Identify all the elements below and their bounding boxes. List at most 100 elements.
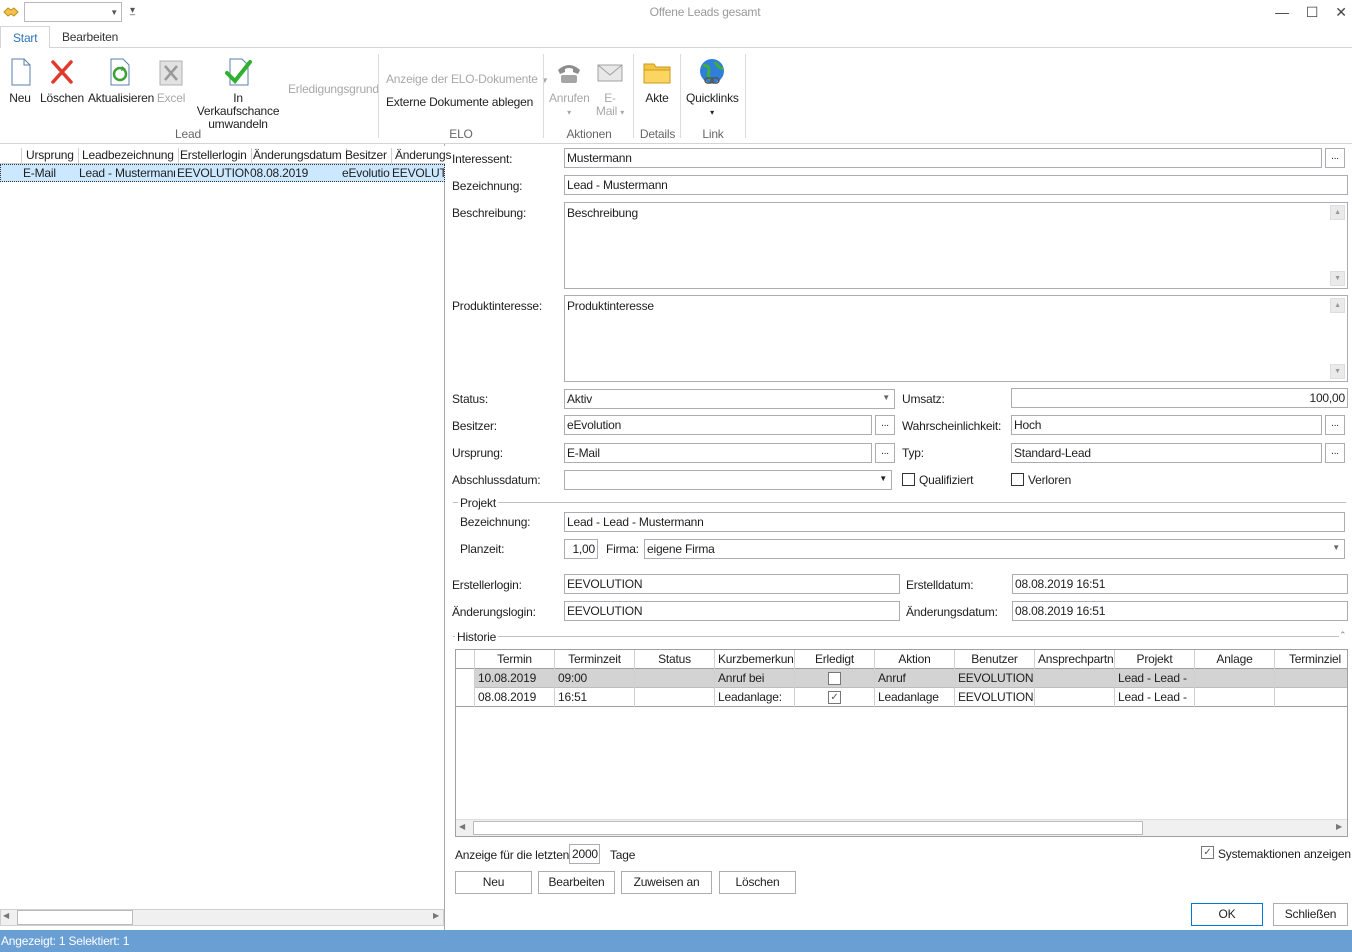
historie-row[interactable]: 08.08.2019 16:51 Leadanlage: ✓ Leadanlag…: [456, 688, 1347, 707]
wahrscheinlichkeit-field[interactable]: Hoch: [1011, 415, 1322, 435]
erledigt-checkbox-checked[interactable]: ✓: [828, 691, 841, 704]
status-select[interactable]: Aktiv ▼: [564, 389, 895, 409]
column-header-projekt[interactable]: Projekt: [1115, 650, 1195, 669]
beschreibung-textarea[interactable]: Beschreibung ▲ ▼: [564, 202, 1348, 289]
column-header-status[interactable]: Status: [635, 650, 715, 669]
column-header-terminzeit[interactable]: Terminzeit: [555, 650, 635, 669]
besitzer-field[interactable]: eEvolution: [564, 415, 872, 435]
scroll-up-icon[interactable]: ▲: [1330, 205, 1345, 220]
column-header-erstellerlogin[interactable]: Erstellerlogin: [180, 148, 252, 163]
label-typ: Typ:: [902, 446, 924, 460]
quicklinks-button[interactable]: Quicklinks ▾: [686, 56, 739, 119]
scroll-right-icon[interactable]: ▶: [433, 911, 439, 920]
umsatz-field[interactable]: 100,00: [1011, 388, 1348, 408]
column-header-kurzbemerkung[interactable]: Kurzbemerkung: [715, 650, 795, 669]
interessent-field[interactable]: Mustermann: [564, 148, 1322, 168]
label-status: Status:: [452, 392, 488, 406]
scroll-down-icon[interactable]: ▼: [1330, 364, 1345, 379]
typ-browse-button[interactable]: ...: [1325, 443, 1345, 463]
column-header-erledigt[interactable]: Erledigt: [795, 650, 875, 669]
scrollbar-thumb[interactable]: [17, 910, 133, 925]
scroll-down-icon[interactable]: ▼: [1330, 271, 1345, 286]
column-header-aktion[interactable]: Aktion: [875, 650, 955, 669]
column-header-termin[interactable]: Termin: [475, 650, 555, 669]
column-header-ansprechpartner[interactable]: Ansprechpartner: [1035, 650, 1115, 669]
interessent-browse-button[interactable]: ...: [1325, 148, 1345, 168]
erledigt-checkbox[interactable]: [828, 672, 841, 685]
tab-bearbeiten[interactable]: Bearbeiten: [50, 26, 130, 49]
ursprung-browse-button[interactable]: ...: [875, 443, 895, 463]
schliessen-button[interactable]: Schließen: [1273, 903, 1348, 926]
scroll-left-icon[interactable]: ◀: [3, 911, 9, 920]
column-header-besitzer[interactable]: Besitzer: [345, 148, 392, 163]
cell-ursprung: E-Mail: [23, 166, 56, 180]
column-header-anlage[interactable]: Anlage: [1195, 650, 1275, 669]
cell-aenderungsdatum: 08.08.2019: [250, 166, 309, 180]
typ-field[interactable]: Standard-Lead: [1011, 443, 1322, 463]
loeschen-button[interactable]: Löschen: [40, 56, 84, 105]
scroll-up-icon[interactable]: ▲: [1330, 298, 1345, 313]
historie-loeschen-button[interactable]: Löschen: [719, 871, 796, 894]
row-selector[interactable]: [456, 688, 475, 707]
aktualisieren-button[interactable]: Aktualisieren: [88, 56, 154, 105]
projekt-bezeichnung-field[interactable]: Lead - Lead - Mustermann: [564, 512, 1345, 532]
anrufen-button[interactable]: Anrufen ▾: [549, 56, 590, 119]
lead-list-row[interactable]: E-Mail Lead - Mustermann EEVOLUTION 08.0…: [0, 164, 445, 182]
produktinteresse-textarea[interactable]: Produktinteresse ▲ ▼: [564, 295, 1348, 382]
historie-zuweisen-button[interactable]: Zuweisen an: [621, 871, 712, 894]
email-button[interactable]: E- Mail ▾: [594, 56, 626, 119]
tab-start[interactable]: Start: [0, 26, 51, 49]
column-header-terminziel[interactable]: Terminziel: [1275, 650, 1352, 669]
lead-list-header: Ursprung Leadbezeichnung Erstellerlogin …: [0, 146, 451, 164]
elo-anzeige-dropdown[interactable]: Anzeige der ELO-Dokumente ▼: [386, 72, 549, 86]
status-value: Aktiv: [567, 392, 593, 406]
neu-button[interactable]: Neu: [4, 56, 36, 105]
scroll-left-icon[interactable]: ◀: [459, 822, 465, 831]
elo-ablegen-button[interactable]: Externe Dokumente ablegen: [386, 95, 533, 109]
minimize-icon[interactable]: —: [1272, 4, 1292, 22]
wahrscheinlichkeit-browse-button[interactable]: ...: [1325, 415, 1345, 435]
besitzer-browse-button[interactable]: ...: [875, 415, 895, 435]
erledigungsgrund-button[interactable]: Erledigungsgrund: [288, 83, 379, 96]
aenderungslogin-field[interactable]: EEVOLUTION: [564, 601, 900, 621]
historie-row[interactable]: 10.08.2019 09:00 Anruf bei Anruf EEVOLUT…: [456, 669, 1347, 688]
erstellerlogin-field[interactable]: EEVOLUTION: [564, 574, 900, 594]
aenderungsdatum-field[interactable]: 08.08.2019 16:51: [1012, 601, 1348, 621]
label-firma: Firma:: [606, 542, 639, 556]
row-selector[interactable]: [456, 669, 475, 688]
group-label-elo: ELO: [449, 127, 473, 141]
cell-termin: 10.08.2019: [475, 669, 555, 688]
column-header-aenderungslogin[interactable]: Änderungs: [395, 148, 455, 163]
systemaktionen-checkbox[interactable]: ✓: [1201, 846, 1214, 859]
close-icon[interactable]: ✕: [1331, 4, 1351, 22]
firma-select[interactable]: eigene Firma ▼: [644, 539, 1345, 559]
ursprung-field[interactable]: E-Mail: [564, 443, 872, 463]
column-header-aenderungsdatum[interactable]: Änderungsdatum: [253, 148, 347, 163]
scroll-right-icon[interactable]: ▶: [1336, 822, 1342, 831]
verkaufschance-button[interactable]: In Verkaufschance umwandeln: [192, 56, 284, 131]
cell-aktion: Leadanlage: [875, 688, 955, 707]
erstelldatum-field[interactable]: 08.08.2019 16:51: [1012, 574, 1348, 594]
verloren-checkbox[interactable]: [1011, 473, 1024, 486]
planzeit-field[interactable]: 1,00: [564, 539, 598, 559]
qualifiziert-checkbox[interactable]: [902, 473, 915, 486]
historie-neu-button[interactable]: Neu: [455, 871, 532, 894]
historie-hscrollbar[interactable]: ◀ ▶: [456, 819, 1347, 836]
beschreibung-text: Beschreibung: [567, 206, 638, 220]
column-header-ursprung[interactable]: Ursprung: [26, 148, 79, 163]
collapse-icon[interactable]: ⌃: [1339, 630, 1347, 641]
historie-bearbeiten-button[interactable]: Bearbeiten: [538, 871, 615, 894]
excel-button[interactable]: Excel: [154, 56, 188, 105]
bezeichnung-field[interactable]: Lead - Mustermann: [564, 175, 1348, 195]
projekt-group-line: [453, 502, 1346, 503]
ok-button[interactable]: OK: [1191, 903, 1263, 926]
scrollbar-thumb[interactable]: [473, 821, 1143, 835]
abschlussdatum-picker[interactable]: ▼: [564, 470, 892, 490]
column-header-benutzer[interactable]: Benutzer: [955, 650, 1035, 669]
column-header-leadbezeichnung[interactable]: Leadbezeichnung: [82, 148, 179, 163]
lead-list-hscrollbar[interactable]: ◀ ▶: [0, 909, 444, 926]
globe-link-icon: [700, 59, 724, 84]
akte-button[interactable]: Akte: [638, 56, 676, 105]
anzeige-tage-field[interactable]: 2000: [569, 844, 600, 864]
maximize-icon[interactable]: ☐: [1302, 4, 1322, 22]
